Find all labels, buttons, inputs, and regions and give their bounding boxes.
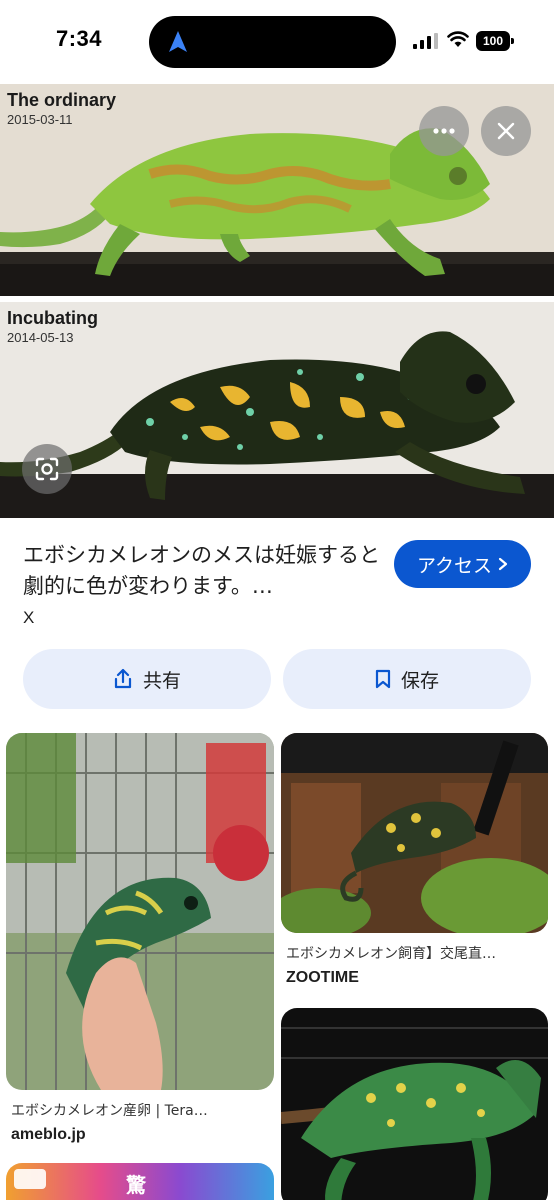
related-image-card[interactable]: 驚: [6, 1163, 274, 1200]
share-icon: [114, 668, 132, 689]
hero-panel-incubating: Incubating 2014-05-13: [0, 302, 554, 518]
status-time: 7:34: [56, 26, 103, 51]
hero-image[interactable]: The ordinary 2015-03-11 Incubating 2014-…: [0, 84, 554, 518]
status-bar: 7:34 100: [0, 0, 554, 84]
visit-button[interactable]: アクセス: [394, 540, 531, 588]
share-label: 共有: [142, 669, 181, 692]
panel-date: 2014-05-13: [7, 330, 74, 345]
save-label: 保存: [400, 669, 439, 692]
related-image: [281, 733, 548, 933]
close-button[interactable]: [481, 106, 531, 156]
panel-title: The ordinary: [7, 90, 117, 110]
lens-icon: [35, 457, 59, 481]
dynamic-island: [149, 16, 396, 68]
related-image-card[interactable]: [281, 1008, 548, 1200]
battery-level: 100: [476, 31, 510, 51]
wifi-icon: [447, 31, 469, 47]
chevron-right-icon: [498, 557, 508, 571]
related-site[interactable]: ameblo.jp: [11, 1126, 86, 1144]
panel-label: The ordinary 2015-03-11: [7, 90, 116, 127]
result-title[interactable]: エボシカメレオンのメスは妊娠すると劇的に色が変わります。…: [23, 540, 383, 602]
related-caption[interactable]: エボシカメレオン産卵 | Tera…: [11, 1100, 269, 1120]
related-site[interactable]: ZOOTIME: [286, 969, 359, 987]
battery-icon: 100: [476, 31, 514, 51]
location-arrow-icon: [169, 31, 187, 52]
bookmark-icon: [375, 669, 391, 689]
related-image-card[interactable]: [6, 733, 274, 1090]
visit-label: アクセス: [416, 554, 493, 577]
related-card-text: 驚: [126, 1173, 146, 1197]
more-horizontal-icon: [433, 128, 455, 134]
panel-title: Incubating: [7, 308, 98, 328]
save-button[interactable]: 保存: [283, 649, 531, 709]
related-image: [6, 733, 274, 1090]
related-image: [281, 1008, 548, 1200]
related-caption[interactable]: エボシカメレオン飼育】交尾直…: [286, 943, 544, 963]
cellular-signal-icon: [413, 33, 438, 49]
lens-search-button[interactable]: [22, 444, 72, 494]
share-button[interactable]: 共有: [23, 649, 271, 709]
related-image-card[interactable]: [281, 733, 548, 933]
close-icon: [497, 122, 515, 140]
result-source[interactable]: X: [23, 608, 34, 628]
more-options-button[interactable]: [419, 106, 469, 156]
result-info: エボシカメレオンのメスは妊娠すると劇的に色が変わります。… X アクセス 共有 …: [0, 518, 554, 718]
hero-panel-ordinary: The ordinary 2015-03-11: [0, 84, 554, 296]
panel-label: Incubating 2014-05-13: [7, 308, 98, 345]
panel-date: 2015-03-11: [7, 112, 73, 127]
